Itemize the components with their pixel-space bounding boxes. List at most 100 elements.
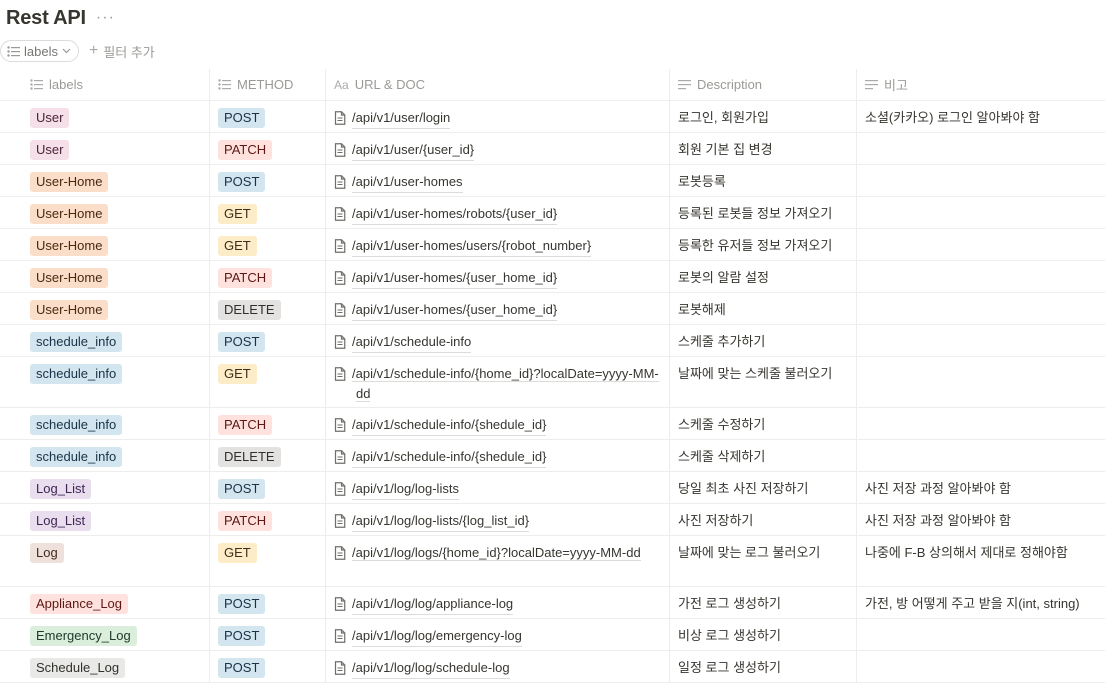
labels-cell[interactable]: schedule_info bbox=[0, 408, 210, 439]
url-cell[interactable]: /api/v1/log/log-lists/{log_list_id} bbox=[326, 504, 670, 535]
url-cell[interactable]: /api/v1/log/log/appliance-log bbox=[326, 587, 670, 618]
labels-cell[interactable]: schedule_info bbox=[0, 440, 210, 471]
url-link[interactable]: /api/v1/user-homes/{user_home_id} bbox=[352, 268, 558, 289]
description-cell[interactable]: 날짜에 맞는 스케줄 불러오기 bbox=[670, 357, 857, 407]
url-cell[interactable]: /api/v1/log/log/schedule-log bbox=[326, 651, 670, 682]
description-cell[interactable]: 비상 로그 생성하기 bbox=[670, 619, 857, 650]
description-cell[interactable]: 스케줄 삭제하기 bbox=[670, 440, 857, 471]
labels-cell[interactable]: User-Home bbox=[0, 197, 210, 228]
note-cell[interactable] bbox=[857, 261, 1105, 292]
method-cell[interactable]: GET bbox=[210, 357, 326, 407]
method-cell[interactable]: PATCH bbox=[210, 408, 326, 439]
note-cell[interactable] bbox=[857, 229, 1105, 260]
page-link[interactable]: /api/v1/log/log/appliance-log bbox=[334, 594, 661, 615]
table-row[interactable]: User PATCH/api/v1/user/{user_id} 회원 기본 집 변… bbox=[0, 133, 1105, 165]
url-link[interactable]: /api/v1/user/{user_id} bbox=[352, 140, 475, 161]
method-cell[interactable]: DELETE bbox=[210, 293, 326, 324]
url-cell[interactable]: /api/v1/user-homes/{user_home_id} bbox=[326, 293, 670, 324]
note-cell[interactable] bbox=[857, 133, 1105, 164]
page-link[interactable]: /api/v1/log/log/emergency-log bbox=[334, 626, 661, 647]
method-cell[interactable]: POST bbox=[210, 619, 326, 650]
labels-cell[interactable]: User bbox=[0, 133, 210, 164]
labels-cell[interactable]: schedule_info bbox=[0, 325, 210, 356]
description-cell[interactable]: 로봇등록 bbox=[670, 165, 857, 196]
url-cell[interactable]: /api/v1/schedule-info/{shedule_id} bbox=[326, 440, 670, 471]
method-cell[interactable]: PATCH bbox=[210, 504, 326, 535]
table-row[interactable]: schedule_info POST/api/v1/schedule-info 스케… bbox=[0, 325, 1105, 357]
description-cell[interactable]: 로그인, 회원가입 bbox=[670, 101, 857, 132]
url-link[interactable]: /api/v1/log/log/appliance-log bbox=[352, 594, 514, 615]
table-row[interactable]: Log GET/api/v1/log/logs/{home_id}?localDa… bbox=[0, 536, 1105, 587]
description-cell[interactable]: 당일 최초 사진 저장하기 bbox=[670, 472, 857, 503]
url-cell[interactable]: /api/v1/log/log-lists bbox=[326, 472, 670, 503]
column-header-method[interactable]: METHOD bbox=[210, 69, 326, 100]
note-cell[interactable]: 사진 저장 과정 알아봐야 함 bbox=[857, 504, 1105, 535]
url-link[interactable]: /api/v1/log/logs/{home_id}?localDate=yyy… bbox=[352, 545, 641, 561]
description-cell[interactable]: 스케줄 수정하기 bbox=[670, 408, 857, 439]
url-cell[interactable]: /api/v1/schedule-info/{shedule_id} bbox=[326, 408, 670, 439]
labels-cell[interactable]: Appliance_Log bbox=[0, 587, 210, 618]
column-header-note[interactable]: 비고 bbox=[857, 69, 1105, 100]
url-cell[interactable]: /api/v1/user-homes bbox=[326, 165, 670, 196]
description-cell[interactable]: 로봇해제 bbox=[670, 293, 857, 324]
table-row[interactable]: Log_List POST/api/v1/log/log-lists 당일 최초 사… bbox=[0, 472, 1105, 504]
labels-cell[interactable]: Log_List bbox=[0, 504, 210, 535]
method-cell[interactable]: POST bbox=[210, 325, 326, 356]
description-cell[interactable]: 사진 저장하기 bbox=[670, 504, 857, 535]
labels-cell[interactable]: User-Home bbox=[0, 261, 210, 292]
url-link[interactable]: /api/v1/schedule-info/{shedule_id} bbox=[352, 415, 547, 436]
method-cell[interactable]: POST bbox=[210, 165, 326, 196]
note-cell[interactable] bbox=[857, 408, 1105, 439]
description-cell[interactable]: 일정 로그 생성하기 bbox=[670, 651, 857, 682]
page-link[interactable]: /api/v1/schedule-info/{shedule_id} bbox=[334, 415, 661, 436]
table-row[interactable]: schedule_info PATCH/api/v1/schedule-info/… bbox=[0, 408, 1105, 440]
labels-cell[interactable]: User-Home bbox=[0, 229, 210, 260]
description-cell[interactable]: 스케줄 추가하기 bbox=[670, 325, 857, 356]
labels-cell[interactable]: schedule_info bbox=[0, 357, 210, 407]
url-link[interactable]: /api/v1/schedule-info/{home_id}?localDat… bbox=[352, 366, 659, 402]
description-cell[interactable]: 가전 로그 생성하기 bbox=[670, 587, 857, 618]
labels-cell[interactable]: User-Home bbox=[0, 165, 210, 196]
column-header-labels[interactable]: labels bbox=[0, 69, 210, 100]
table-row[interactable]: Emergency_Log POST/api/v1/log/log/emergen… bbox=[0, 619, 1105, 651]
page-link[interactable]: /api/v1/schedule-info/{shedule_id} bbox=[334, 447, 661, 468]
method-cell[interactable]: GET bbox=[210, 536, 326, 586]
note-cell[interactable] bbox=[857, 165, 1105, 196]
add-filter-button[interactable]: + 필터 추가 bbox=[89, 42, 155, 61]
method-cell[interactable]: GET bbox=[210, 229, 326, 260]
description-cell[interactable]: 등록한 유저들 정보 가져오기 bbox=[670, 229, 857, 260]
description-cell[interactable]: 로봇의 알람 설정 bbox=[670, 261, 857, 292]
method-cell[interactable]: GET bbox=[210, 197, 326, 228]
note-cell[interactable]: 가전, 방 어떻게 주고 받을 지(int, string) bbox=[857, 587, 1105, 618]
column-header-url[interactable]: Aa URL & DOC bbox=[326, 69, 670, 100]
url-cell[interactable]: /api/v1/log/logs/{home_id}?localDate=yyy… bbox=[326, 536, 670, 586]
page-link[interactable]: /api/v1/user-homes/robots/{user_id} bbox=[334, 204, 661, 225]
labels-cell[interactable]: Emergency_Log bbox=[0, 619, 210, 650]
page-link[interactable]: /api/v1/log/log/schedule-log bbox=[334, 658, 661, 679]
view-selector[interactable]: labels bbox=[0, 40, 79, 62]
url-link[interactable]: /api/v1/user-homes/{user_home_id} bbox=[352, 300, 558, 321]
url-link[interactable]: /api/v1/user-homes/robots/{user_id} bbox=[352, 204, 558, 225]
url-link[interactable]: /api/v1/log/log/emergency-log bbox=[352, 626, 522, 647]
table-row[interactable]: Log_List PATCH/api/v1/log/log-lists/{log_… bbox=[0, 504, 1105, 536]
table-row[interactable]: User-Home PATCH/api/v1/user-homes/{user_h… bbox=[0, 261, 1105, 293]
labels-cell[interactable]: Schedule_Log bbox=[0, 651, 210, 682]
table-row[interactable]: User-Home GET/api/v1/user-homes/robots/{u… bbox=[0, 197, 1105, 229]
page-link[interactable]: /api/v1/user/login bbox=[334, 108, 661, 129]
description-cell[interactable]: 회원 기본 집 변경 bbox=[670, 133, 857, 164]
labels-cell[interactable]: User bbox=[0, 101, 210, 132]
description-cell[interactable]: 날짜에 맞는 로그 불러오기 bbox=[670, 536, 857, 586]
url-link[interactable]: /api/v1/user-homes bbox=[352, 172, 463, 193]
labels-cell[interactable]: Log_List bbox=[0, 472, 210, 503]
note-cell[interactable] bbox=[857, 619, 1105, 650]
note-cell[interactable] bbox=[857, 293, 1105, 324]
table-row[interactable]: User POST/api/v1/user/login 로그인, 회원가입 소셜(카카… bbox=[0, 101, 1105, 133]
note-cell[interactable] bbox=[857, 440, 1105, 471]
url-link[interactable]: /api/v1/schedule-info bbox=[352, 332, 472, 353]
method-cell[interactable]: POST bbox=[210, 587, 326, 618]
table-row[interactable]: User-Home GET/api/v1/user-homes/users/{ro… bbox=[0, 229, 1105, 261]
url-cell[interactable]: /api/v1/user-homes/users/{robot_number} bbox=[326, 229, 670, 260]
url-cell[interactable]: /api/v1/user-homes/{user_home_id} bbox=[326, 261, 670, 292]
note-cell[interactable] bbox=[857, 651, 1105, 682]
method-cell[interactable]: PATCH bbox=[210, 133, 326, 164]
